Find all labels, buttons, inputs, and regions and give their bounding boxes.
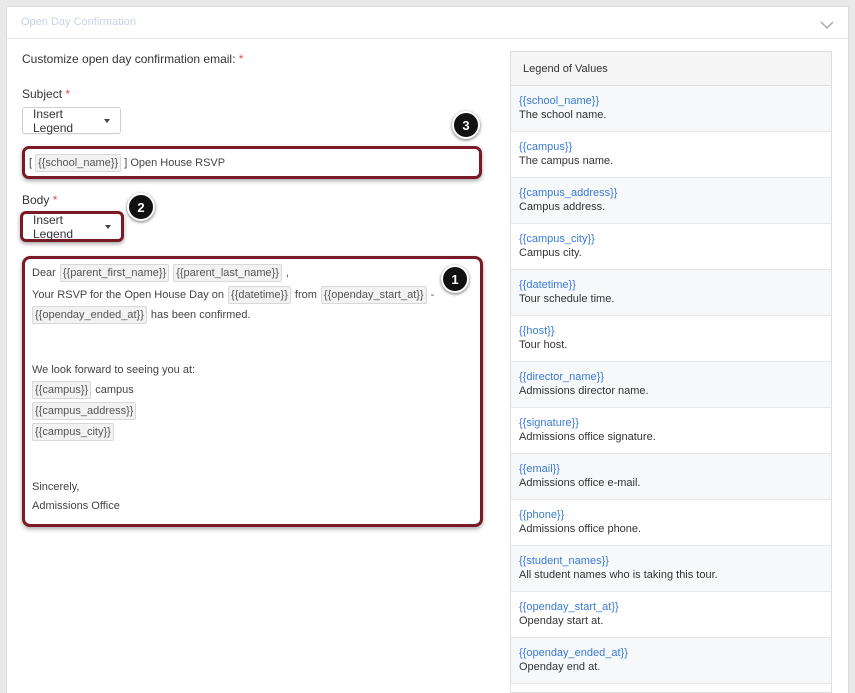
required-mark: * <box>238 52 244 66</box>
callout-2: 2 <box>127 193 155 221</box>
body-editor[interactable]: Dear {{parent_first_name}} {{parent_last… <box>22 256 483 527</box>
legend-item-key[interactable]: {{campus}} <box>519 140 823 154</box>
legend-item-desc: Tour schedule time. <box>519 293 615 305</box>
legend-of-values: Legend of Values {{school_name}} The scho… <box>510 51 832 693</box>
legend-item-key[interactable]: {{school_name}} <box>519 94 823 108</box>
body-tag: {{campus_address}} <box>32 402 137 420</box>
legend-item-key[interactable]: {{openday_start_at}} <box>519 600 823 614</box>
legend-item-desc: Openday start at. <box>519 615 604 627</box>
legend-item[interactable]: {{school_name}} The school name. <box>511 86 831 132</box>
legend-item[interactable]: {{datetime}} Tour schedule time. <box>511 270 831 316</box>
legend-item-desc: The school name. <box>519 109 607 121</box>
subject-label: Subject * <box>22 87 71 101</box>
legend-item-key[interactable]: {{openday_ended_at}} <box>519 646 823 660</box>
legend-item[interactable]: {{director_name}} Admissions director nam… <box>511 362 831 408</box>
legend-item-desc: Campus address. <box>519 201 606 213</box>
legend-item-key[interactable]: {{datetime}} <box>519 278 823 292</box>
legend-item-key[interactable]: {{phone}} <box>519 508 823 522</box>
caret-down-icon <box>105 224 111 229</box>
body-line-rsvp: Your RSVP for the Open House Day on {{da… <box>32 285 434 305</box>
legend-list: {{school_name}} The school name. {{campus}… <box>511 86 831 684</box>
subject-input[interactable]: [ {{school_name}} ] Open House RSVP <box>22 146 482 179</box>
legend-item[interactable]: {{openday_start_at}} Openday start at. <box>511 592 831 638</box>
legend-item[interactable]: {{host}} Tour host. <box>511 316 831 362</box>
subject-insert-legend-button[interactable]: Insert Legend <box>22 107 121 135</box>
panel-header[interactable]: Open Day Confirmation <box>7 7 848 39</box>
legend-item-key[interactable]: {{signature}} <box>519 416 823 430</box>
subject-tag-school-name: {{school_name}} <box>35 153 122 172</box>
legend-item-key[interactable]: {{student_names}} <box>519 554 823 568</box>
legend-item[interactable]: {{student_names}} All student names who i… <box>511 546 831 592</box>
form-heading: Customize open day confirmation email: * <box>22 52 244 66</box>
body-line-sincerely: Sincerely, <box>32 481 80 493</box>
legend-item-desc: Admissions office e-mail. <box>519 477 641 489</box>
legend-item[interactable]: {{email}} Admissions office e-mail. <box>511 454 831 500</box>
legend-title: Legend of Values <box>511 52 831 86</box>
legend-item-desc: Admissions office signature. <box>519 431 656 443</box>
body-tag: {{openday_ended_at}} <box>32 306 147 324</box>
legend-item-desc: The campus name. <box>519 155 614 167</box>
body-line-greeting: Dear {{parent_first_name}} {{parent_last… <box>32 263 289 283</box>
legend-item[interactable]: {{campus_city}} Campus city. <box>511 224 831 270</box>
legend-item-desc: Admissions director name. <box>519 385 649 397</box>
legend-item-desc: Openday end at. <box>519 661 601 673</box>
legend-item-desc: All student names who is taking this tou… <box>519 569 718 581</box>
body-line-signoff: Admissions Office <box>32 500 120 512</box>
legend-item[interactable]: {{campus_address}} Campus address. <box>511 178 831 224</box>
legend-item-key[interactable]: {{campus_address}} <box>519 186 823 200</box>
legend-item-key[interactable]: {{campus_city}} <box>519 232 823 246</box>
legend-item[interactable]: {{phone}} Admissions office phone. <box>511 500 831 546</box>
body-label: Body * <box>22 193 58 207</box>
legend-item[interactable]: {{campus}} The campus name. <box>511 132 831 178</box>
body-tag: {{campus_city}} <box>32 423 114 441</box>
body-tag: {{parent_first_name}} <box>59 264 170 282</box>
chevron-down-icon[interactable] <box>820 17 834 35</box>
legend-item-desc: Admissions office phone. <box>519 523 642 535</box>
body-line-campus-city: {{campus_city}} <box>32 422 114 442</box>
caret-down-icon <box>104 118 110 123</box>
panel-title: Open Day Confirmation <box>21 16 136 28</box>
body-line-look-forward: We look forward to seeing you at: <box>32 364 196 376</box>
legend-item-desc: Campus city. <box>519 247 582 259</box>
required-mark: * <box>65 87 71 101</box>
legend-item[interactable]: {{signature}} Admissions office signature… <box>511 408 831 454</box>
legend-item-key[interactable]: {{director_name}} <box>519 370 823 384</box>
body-line-confirmed: {{openday_ended_at}} has been confirmed. <box>32 305 251 325</box>
callout-3: 3 <box>452 111 480 139</box>
body-insert-legend-button[interactable]: Insert Legend <box>20 211 124 242</box>
body-line-campus: {{campus}} campus <box>32 380 134 400</box>
legend-item-desc: Tour host. <box>519 339 568 351</box>
body-line-campus-address: {{campus_address}} <box>32 401 137 421</box>
body-tag: {{campus}} <box>32 381 92 399</box>
legend-item-key[interactable]: {{email}} <box>519 462 823 476</box>
legend-item-key[interactable]: {{host}} <box>519 324 823 338</box>
callout-1: 1 <box>441 265 469 293</box>
body-tag: {{openday_start_at}} <box>320 286 427 304</box>
required-mark: * <box>52 193 58 207</box>
legend-item[interactable]: {{openday_ended_at}} Openday end at. <box>511 638 831 684</box>
body-tag: {{datetime}} <box>228 286 291 304</box>
body-tag: {{parent_last_name}} <box>173 264 282 282</box>
